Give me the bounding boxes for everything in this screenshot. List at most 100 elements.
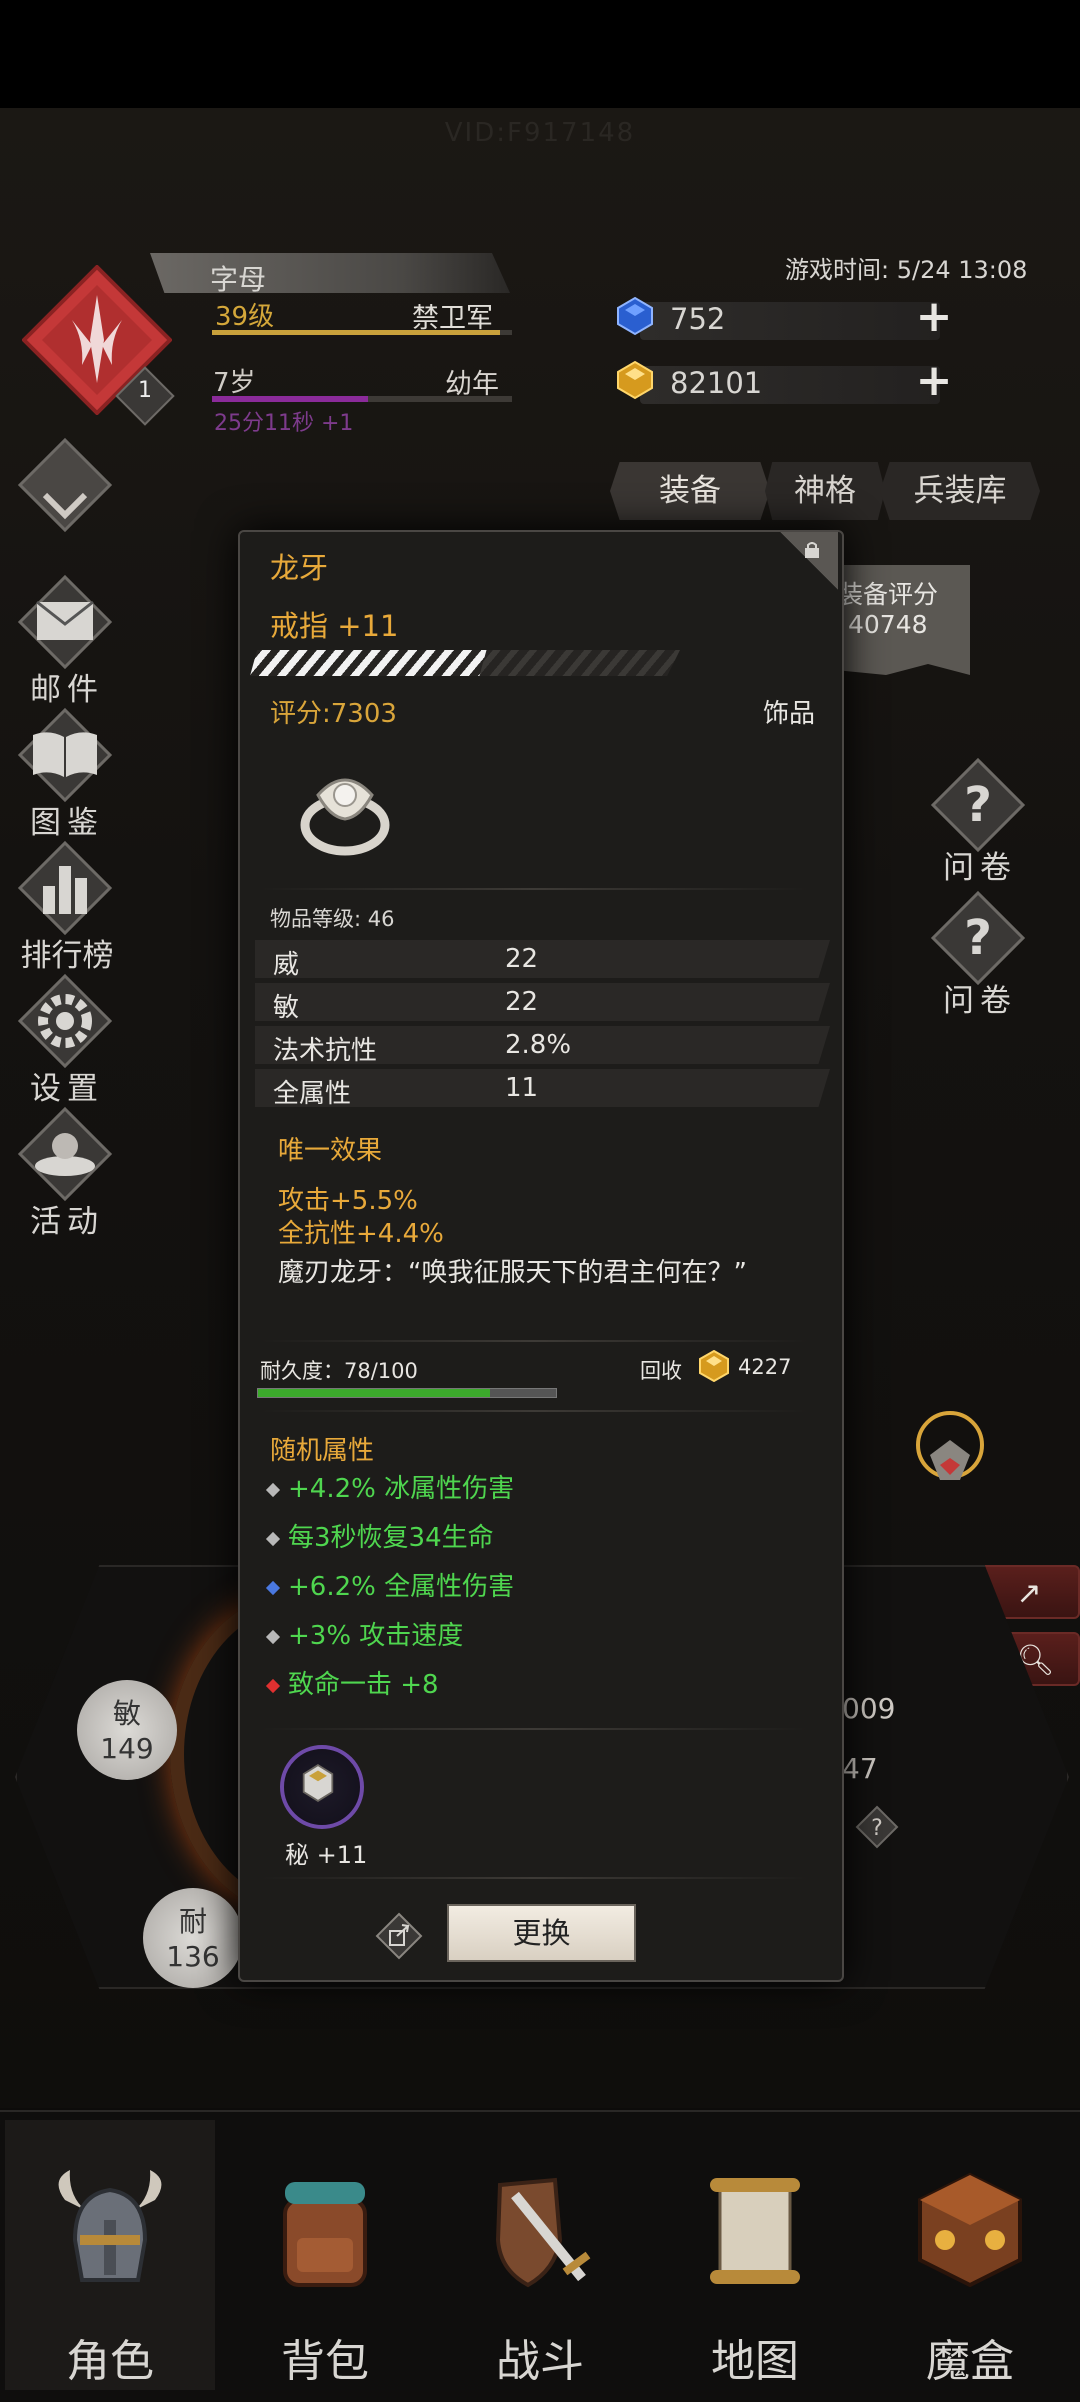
age-timer: 25分11秒 +1 bbox=[214, 411, 354, 436]
backpack-icon bbox=[283, 2182, 367, 2287]
socketed-gem-label: 秘 +11 bbox=[285, 1841, 368, 1869]
agility-stat-label: 敏 bbox=[112, 1697, 141, 1730]
attribute-value: 22 bbox=[505, 987, 539, 1017]
player-name: 字母 bbox=[210, 263, 267, 296]
collapse-menu-icon[interactable] bbox=[15, 435, 115, 535]
item-level: 物品等级: 46 bbox=[270, 907, 395, 931]
survey-1-label[interactable]: 问卷 bbox=[930, 842, 1030, 887]
attribute-value: 22 bbox=[505, 944, 539, 974]
endurance-stat-circle[interactable]: 耐 136 bbox=[143, 1888, 243, 1988]
agility-stat-value: 149 bbox=[100, 1732, 154, 1765]
equip-score-label: 装备评分 bbox=[838, 580, 939, 609]
random-attribute: +4.2% 冰属性伤害 bbox=[265, 1468, 515, 1505]
replace-button[interactable]: 更换 bbox=[447, 1904, 636, 1962]
help-question-icon[interactable]: ? bbox=[855, 1805, 899, 1849]
random-attributes-title: 随机属性 bbox=[270, 1436, 375, 1466]
add-gold-button[interactable]: + bbox=[915, 359, 953, 403]
popup-divider bbox=[260, 1340, 808, 1342]
tab-equipment[interactable]: 装备 bbox=[610, 462, 770, 520]
random-attribute-text: +4.2% 冰属性伤害 bbox=[288, 1474, 515, 1504]
attribute-name: 威 bbox=[273, 950, 300, 980]
attribute-row bbox=[255, 940, 830, 978]
player-badge-level: 1 bbox=[138, 378, 152, 403]
gold-ore-icon bbox=[699, 1350, 729, 1382]
attribute-value: 2.8% bbox=[505, 1030, 572, 1060]
age-bar-fill bbox=[212, 396, 368, 402]
random-attribute: +3% 攻击速度 bbox=[265, 1615, 464, 1652]
gold-count: 82101 bbox=[670, 366, 763, 400]
popup-divider bbox=[260, 1728, 808, 1730]
share-icon[interactable] bbox=[375, 1912, 423, 1960]
enhance-progress-fill bbox=[250, 650, 487, 676]
nav-magic-box-label[interactable]: 魔盒 bbox=[865, 2325, 1075, 2389]
exp-bar-fill bbox=[212, 330, 500, 335]
nav-backpack-label[interactable]: 背包 bbox=[220, 2325, 430, 2389]
leaderboard-icon[interactable] bbox=[15, 838, 115, 938]
attribute-name: 敏 bbox=[273, 993, 300, 1023]
menu-settings-label[interactable]: 设置 bbox=[12, 1063, 122, 1108]
attribute-row bbox=[255, 983, 830, 1021]
settings-gear-icon[interactable] bbox=[15, 971, 115, 1071]
event-altar-icon[interactable] bbox=[15, 1104, 115, 1204]
add-gems-button[interactable]: + bbox=[915, 295, 953, 339]
rank-emblem-icon[interactable] bbox=[900, 1400, 1000, 1510]
random-attribute: 每3秒恢复34生命 bbox=[265, 1517, 494, 1554]
name-plate bbox=[150, 253, 510, 293]
gem-count: 752 bbox=[670, 302, 726, 336]
tab-deity[interactable]: 神格 bbox=[765, 462, 885, 520]
nav-battle-label[interactable]: 战斗 bbox=[435, 2325, 645, 2389]
attribute-name: 全属性 bbox=[273, 1079, 352, 1109]
item-name: 龙牙 bbox=[270, 551, 329, 585]
tab-armory[interactable]: 兵装库 bbox=[880, 462, 1040, 520]
unique-effect: 攻击+5.5% bbox=[278, 1186, 418, 1216]
viking-helmet-icon bbox=[58, 2170, 162, 2282]
age-bar bbox=[212, 396, 512, 402]
blue-diamond-icon bbox=[265, 1580, 281, 1595]
game-time: 游戏时间: 5/24 13:08 bbox=[785, 256, 1028, 284]
svg-text:?: ? bbox=[964, 910, 992, 966]
blue-gem-icon bbox=[617, 296, 653, 336]
survey-2-label[interactable]: 问卷 bbox=[930, 975, 1030, 1020]
popup-divider bbox=[260, 1877, 808, 1879]
nav-map-label[interactable]: 地图 bbox=[650, 2325, 860, 2389]
nav-character-label[interactable]: 角色 bbox=[5, 2325, 215, 2389]
attribute-value: 11 bbox=[505, 1073, 539, 1103]
agility-stat-circle[interactable]: 敏 149 bbox=[77, 1680, 177, 1780]
player-level: 39级 bbox=[215, 302, 275, 332]
menu-leaderboard-label[interactable]: 排行榜 bbox=[12, 930, 122, 975]
popup-corner bbox=[780, 532, 838, 590]
menu-mail-label[interactable]: 邮件 bbox=[12, 664, 122, 709]
random-attribute-text: +6.2% 全属性伤害 bbox=[288, 1572, 515, 1602]
stat-value-a: 009 bbox=[842, 1692, 896, 1725]
recycle-label: 回收 bbox=[640, 1359, 682, 1383]
endurance-stat-label: 耐 bbox=[178, 1905, 207, 1938]
menu-events-label[interactable]: 活动 bbox=[12, 1196, 122, 1241]
socketed-gem-slot[interactable] bbox=[280, 1745, 364, 1829]
grey-diamond-icon bbox=[265, 1482, 281, 1497]
survey-question-icon[interactable]: ? bbox=[928, 888, 1028, 988]
recycle-value: 4227 bbox=[738, 1355, 792, 1379]
endurance-stat-value: 136 bbox=[166, 1940, 220, 1973]
survey-question-icon[interactable]: ? bbox=[928, 755, 1028, 855]
status-bar bbox=[0, 0, 1080, 108]
popup-divider bbox=[260, 1410, 808, 1412]
durability-bar-fill bbox=[258, 1389, 491, 1397]
player-age: 7岁 bbox=[213, 368, 256, 398]
stat-value-b: 47 bbox=[842, 1752, 878, 1785]
ring-icon bbox=[300, 778, 390, 856]
red-diamond-icon bbox=[265, 1678, 281, 1693]
random-attribute-text: +3% 攻击速度 bbox=[288, 1621, 464, 1651]
exp-bar bbox=[212, 330, 512, 335]
unique-effect: 全抗性+4.4% bbox=[278, 1219, 444, 1249]
codex-book-icon[interactable] bbox=[15, 705, 115, 805]
grey-diamond-icon bbox=[265, 1531, 281, 1546]
mail-icon[interactable] bbox=[15, 572, 115, 672]
random-attribute-text: 致命一击 +8 bbox=[288, 1670, 439, 1700]
socket-gem-icon bbox=[302, 1764, 334, 1802]
random-attribute-text: 每3秒恢复34生命 bbox=[288, 1523, 494, 1553]
grey-diamond-icon bbox=[265, 1629, 281, 1644]
menu-codex-label[interactable]: 图鉴 bbox=[12, 797, 122, 842]
lock-icon[interactable] bbox=[803, 542, 821, 558]
durability-bar bbox=[257, 1388, 557, 1398]
item-type-enhance: 戒指 +11 bbox=[270, 609, 399, 643]
